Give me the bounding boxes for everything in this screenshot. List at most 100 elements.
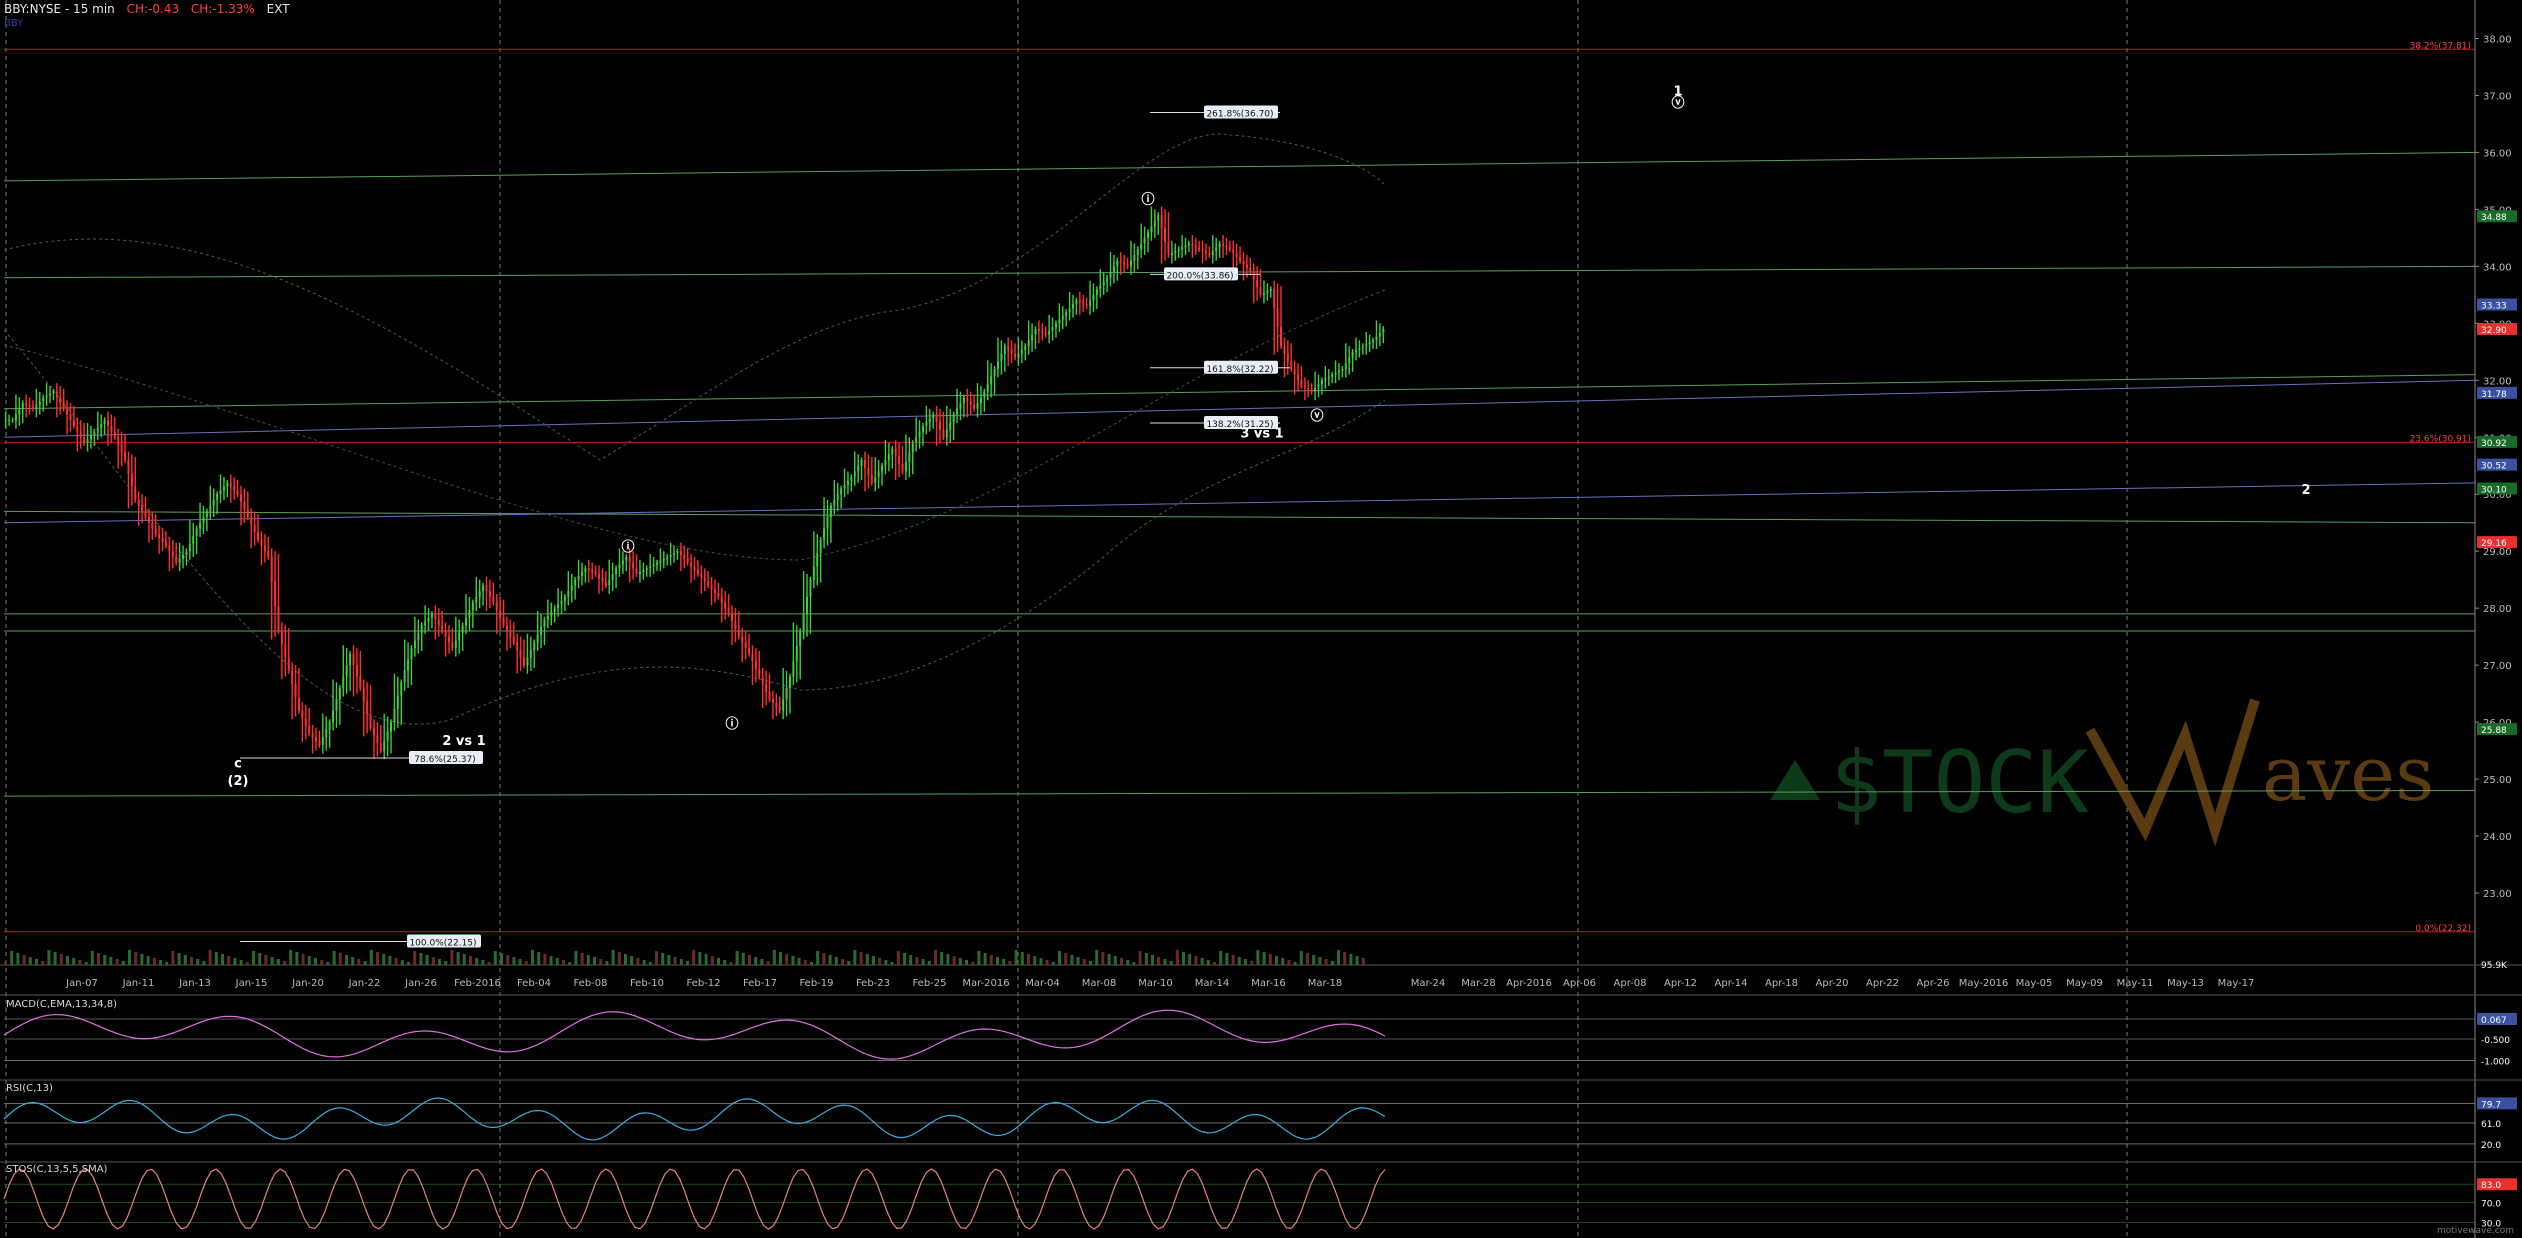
candle-body bbox=[485, 585, 488, 592]
volume-bar bbox=[1051, 962, 1055, 965]
volume-bar bbox=[1175, 950, 1179, 965]
candle-body bbox=[1314, 387, 1317, 392]
watermark-triangle-icon bbox=[1770, 760, 1820, 800]
candle-body bbox=[434, 613, 437, 620]
volume-bar bbox=[661, 953, 665, 965]
candle-body bbox=[45, 395, 48, 398]
volume-bar bbox=[35, 959, 38, 965]
candle-body bbox=[144, 511, 147, 518]
candle-body bbox=[1027, 340, 1030, 347]
candle-body bbox=[598, 574, 601, 578]
candle-body bbox=[659, 560, 662, 563]
candle-body bbox=[574, 579, 577, 586]
x-tick-label: May-13 bbox=[2167, 978, 2204, 989]
volume-bar bbox=[537, 952, 541, 965]
volume-bar bbox=[450, 950, 454, 965]
volume-bar bbox=[1089, 961, 1092, 965]
volume-bar bbox=[1349, 954, 1353, 965]
candle-body bbox=[1119, 260, 1122, 263]
volume-bar bbox=[146, 956, 150, 965]
volume-bar bbox=[1064, 953, 1068, 965]
candle-body bbox=[229, 482, 232, 487]
volume-bar bbox=[4, 962, 7, 965]
candle-body bbox=[604, 581, 607, 586]
candle-body bbox=[645, 568, 648, 571]
volume-bar bbox=[543, 954, 547, 965]
candle-body bbox=[66, 408, 69, 415]
candle-body bbox=[966, 397, 969, 402]
candle-body bbox=[1222, 243, 1225, 246]
candle-body bbox=[816, 553, 819, 567]
x-tick-label: Mar-2016 bbox=[962, 978, 1009, 989]
candle-body bbox=[1204, 251, 1207, 254]
y-tick-label: 37.00 bbox=[2483, 91, 2512, 102]
candle-body bbox=[246, 509, 249, 518]
candle-body bbox=[713, 589, 716, 593]
x-tick-label: Apr-2016 bbox=[1506, 978, 1552, 989]
candle-body bbox=[1232, 249, 1235, 254]
volume-bar bbox=[834, 957, 838, 965]
candle-body bbox=[775, 703, 778, 707]
candle-body bbox=[110, 425, 113, 432]
volume-bar bbox=[326, 962, 330, 965]
candle-body bbox=[782, 699, 785, 711]
candle-body bbox=[1191, 243, 1194, 246]
watermark-stock: $TOCK bbox=[1830, 733, 2089, 833]
volume-bar bbox=[90, 951, 94, 965]
candle-body bbox=[625, 556, 628, 561]
x-tick-label: Mar-18 bbox=[1308, 978, 1343, 989]
volume-bar bbox=[915, 957, 919, 965]
candle-body bbox=[355, 665, 358, 677]
candle-body bbox=[454, 640, 457, 649]
candle-body bbox=[649, 566, 652, 569]
x-tick-label: Feb-2016 bbox=[454, 978, 501, 989]
candle-body bbox=[444, 630, 447, 637]
volume-bar bbox=[617, 952, 621, 965]
candle-body bbox=[100, 423, 103, 428]
candle-body bbox=[580, 572, 583, 576]
volume-bar bbox=[580, 953, 584, 965]
candle-body bbox=[529, 649, 532, 658]
stoch-line bbox=[3, 1168, 1386, 1230]
candle-body bbox=[700, 574, 703, 578]
volume-bar bbox=[611, 950, 615, 965]
candle-body bbox=[1249, 268, 1252, 273]
candle-body bbox=[178, 558, 181, 563]
ext-badge[interactable]: EXT bbox=[267, 2, 290, 16]
volume-bar bbox=[1225, 953, 1229, 965]
candle-body bbox=[458, 632, 461, 641]
candle-body bbox=[863, 460, 866, 468]
y-tick-label: 36.00 bbox=[2483, 148, 2512, 159]
candle-body bbox=[686, 558, 689, 563]
candle-body bbox=[1085, 304, 1088, 307]
candle-body bbox=[1129, 260, 1132, 267]
candle-body bbox=[618, 564, 621, 569]
candle-body bbox=[918, 431, 921, 438]
volume-bar bbox=[493, 951, 497, 965]
candle-body bbox=[765, 684, 768, 692]
price-tag-label: 34.88 bbox=[2481, 213, 2507, 223]
volume-bar bbox=[524, 961, 528, 965]
volume-bar bbox=[47, 950, 51, 965]
volume-bar bbox=[72, 958, 76, 965]
volume-bar bbox=[989, 955, 993, 965]
volume-bar bbox=[1324, 959, 1328, 965]
candle-body bbox=[1201, 249, 1204, 252]
volume-bar bbox=[1033, 956, 1037, 965]
candle-body bbox=[1361, 346, 1364, 349]
volume-bar bbox=[376, 952, 379, 965]
volume-bar bbox=[1275, 956, 1278, 965]
volume-bar bbox=[965, 960, 968, 965]
candle-body bbox=[1198, 247, 1201, 250]
candle-body bbox=[1153, 220, 1156, 227]
candle-body bbox=[802, 613, 805, 631]
candle-body bbox=[243, 501, 246, 510]
candle-body bbox=[28, 404, 31, 407]
volume-bar bbox=[500, 953, 503, 965]
volume-bar bbox=[1306, 953, 1309, 965]
candle-body bbox=[809, 579, 812, 597]
candle-body bbox=[424, 621, 427, 626]
candle-body bbox=[778, 706, 781, 711]
candle-body bbox=[615, 568, 618, 574]
volume-bar bbox=[1231, 955, 1235, 965]
